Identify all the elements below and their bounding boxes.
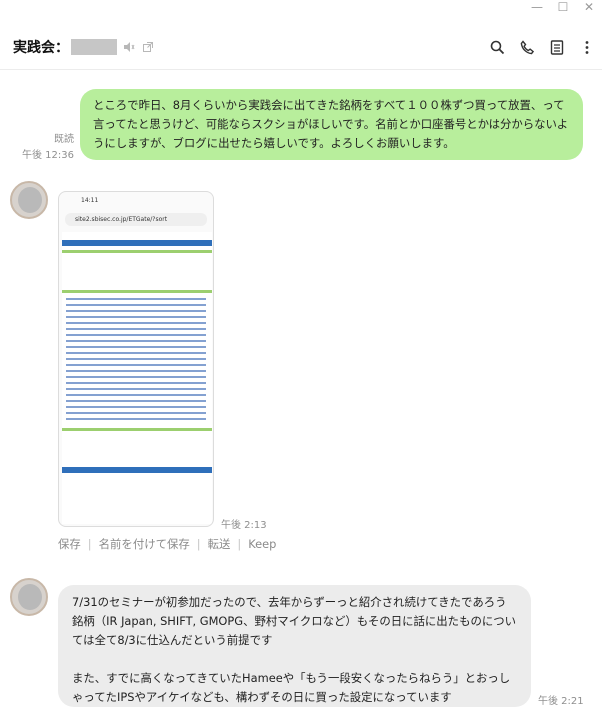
screenshot-table-row: [66, 310, 206, 312]
notes-icon[interactable]: [548, 38, 566, 56]
message-paragraph: また、すでに高くなってきていたHameeや「もう一段安くなったらねらう」とおっし…: [72, 671, 511, 704]
avatar[interactable]: [10, 181, 48, 219]
incoming-message-bubble[interactable]: 7/31のセミナーが初参加だったので、去年からずーっと紹介され続けてきたであろう…: [58, 585, 531, 707]
shared-screenshot-image[interactable]: 14:11 site2.sbisec.co.jp/ETGate/?sort: [58, 191, 214, 527]
screenshot-table-row: [66, 304, 206, 306]
more-icon[interactable]: [578, 38, 596, 56]
redacted-name: [71, 38, 117, 55]
chat-title: 実践会：: [13, 39, 69, 56]
outgoing-message-bubble[interactable]: ところで昨日、8月くらいから実践会に出てきた銘柄をすべて１００株ずつ買って放置、…: [80, 89, 583, 160]
screenshot-url-bar: site2.sbisec.co.jp/ETGate/?sort: [65, 213, 207, 226]
screenshot-table-row: [66, 406, 206, 408]
screenshot-table-row: [66, 334, 206, 336]
screenshot-footer-bar: [62, 467, 212, 473]
message-time: 午後 12:36: [22, 150, 74, 161]
speaker-muted-icon: [122, 40, 136, 54]
forward-button[interactable]: 転送: [208, 536, 231, 552]
screenshot-table-row: [66, 394, 206, 396]
save-button[interactable]: 保存: [58, 536, 81, 552]
screenshot-table-row: [66, 346, 206, 348]
screenshot-table-row: [66, 316, 206, 318]
screenshot-table-row: [66, 322, 206, 324]
screenshot-page-content: [62, 232, 212, 524]
message-time: 午後 2:21: [538, 696, 584, 707]
screenshot-table-row: [66, 376, 206, 378]
external-window-icon[interactable]: [141, 40, 155, 54]
separator: |: [87, 537, 92, 551]
screenshot-table-row: [66, 358, 206, 360]
phone-icon[interactable]: [518, 38, 536, 56]
screenshot-nav-bar: [62, 240, 212, 246]
screenshot-table-row: [66, 298, 206, 300]
screenshot-table-row: [66, 400, 206, 402]
screenshot-table-row: [66, 340, 206, 342]
message-time: 午後 2:13: [221, 520, 267, 531]
image-actions: 保存 | 名前を付けて保存 | 転送 | Keep: [58, 536, 276, 552]
avatar[interactable]: [10, 578, 48, 616]
message-paragraph: 7/31のセミナーが初参加だったので、去年からずーっと紹介され続けてきたであろう…: [72, 595, 517, 647]
minimize-button[interactable]: —: [524, 0, 550, 14]
screenshot-green-band: [62, 428, 212, 431]
chat-header: 実践会：: [0, 24, 602, 70]
search-icon[interactable]: [488, 38, 506, 56]
separator: |: [196, 537, 201, 551]
window-controls: — ☐ ✕: [524, 0, 602, 14]
screenshot-table-row: [66, 388, 206, 390]
screenshot-table-row: [66, 328, 206, 330]
read-receipt: 既読: [54, 134, 74, 145]
screenshot-table-row: [66, 412, 206, 414]
header-actions: [488, 38, 596, 56]
screenshot-green-band: [62, 250, 212, 253]
screenshot-table-row: [66, 352, 206, 354]
screenshot-status-time: 14:11: [81, 197, 99, 204]
maximize-button[interactable]: ☐: [550, 0, 576, 14]
close-button[interactable]: ✕: [576, 0, 602, 14]
screenshot-green-band: [62, 290, 212, 293]
save-as-button[interactable]: 名前を付けて保存: [99, 536, 190, 552]
screenshot-table-row: [66, 382, 206, 384]
screenshot-table-row: [66, 370, 206, 372]
screenshot-table-row: [66, 418, 206, 420]
separator: |: [237, 537, 242, 551]
keep-button[interactable]: Keep: [248, 537, 276, 551]
screenshot-table-row: [66, 364, 206, 366]
